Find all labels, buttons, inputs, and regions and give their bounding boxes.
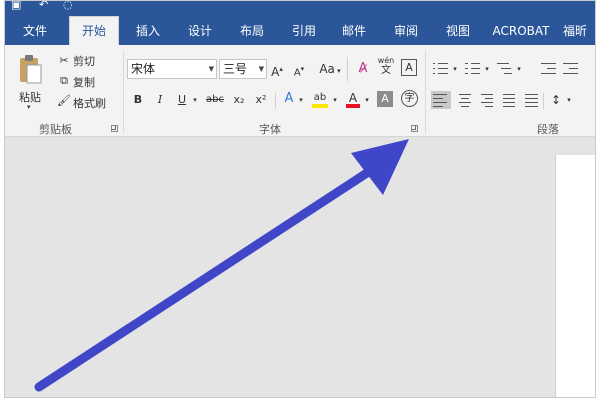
font-size-value: 三号 — [223, 62, 248, 76]
phonetic-bottom: 文 — [381, 65, 391, 76]
tab-design[interactable]: 设计 — [177, 18, 223, 45]
change-case-label: Aa — [319, 62, 335, 76]
font-name-value: 宋体 — [131, 62, 156, 76]
cut-button[interactable]: 剪切 — [73, 53, 95, 69]
chevron-down-icon[interactable]: ▾ — [565, 91, 573, 109]
tab-layout[interactable]: 布局 — [229, 18, 275, 45]
font-color-bar — [346, 104, 360, 108]
chevron-down-icon: ▼ — [208, 65, 214, 73]
divider — [347, 57, 348, 81]
distributed-icon[interactable] — [523, 93, 539, 107]
format-painter-button[interactable]: 格式刷 — [73, 95, 106, 111]
document-page[interactable] — [555, 155, 595, 397]
tab-view[interactable]: 视图 — [435, 18, 481, 45]
numbering-icon[interactable] — [465, 61, 481, 75]
chevron-down-icon[interactable]: ▾ — [363, 91, 371, 109]
highlight-label: ab — [313, 92, 327, 103]
chevron-down-icon[interactable]: ▾ — [483, 60, 491, 78]
chevron-down-icon: ▼ — [258, 65, 264, 73]
font-name-select[interactable]: 宋体 ▼ — [127, 59, 217, 79]
enclose-characters-button[interactable]: 字 — [401, 90, 418, 107]
font-color-label: A — [348, 91, 358, 105]
ribbon: 粘贴 ▾ ✂ 剪切 ⧉ 复制 🖌 格式刷 剪贴板 宋体 ▼ 三号 ▼ A▴ A▾… — [5, 45, 595, 137]
clipboard-launcher-icon[interactable] — [111, 125, 118, 132]
phonetic-guide-button[interactable]: wén 文 — [376, 56, 396, 76]
italic-button[interactable]: I — [153, 91, 167, 109]
superscript-button[interactable]: x² — [253, 91, 269, 109]
align-left-icon[interactable] — [431, 91, 451, 109]
tab-file[interactable]: 文件 — [11, 18, 59, 45]
subscript-button[interactable]: x₂ — [231, 91, 247, 109]
character-shading-button[interactable]: A — [377, 91, 393, 107]
divider — [425, 51, 426, 133]
align-center-icon[interactable] — [457, 93, 473, 107]
bold-button[interactable]: B — [131, 91, 145, 109]
strikethrough-button[interactable]: abc — [203, 91, 227, 109]
format-painter-icon: 🖌 — [57, 94, 71, 107]
shrink-font-button[interactable]: A▾ — [291, 60, 307, 78]
bullets-icon[interactable] — [433, 61, 449, 75]
paragraph-group-label: 段落 — [537, 123, 559, 136]
multilevel-list-icon[interactable] — [497, 61, 513, 75]
grow-font-button[interactable]: A▴ — [269, 60, 285, 79]
font-size-select[interactable]: 三号 ▼ — [219, 59, 267, 79]
chevron-down-icon[interactable]: ▾ — [451, 60, 459, 78]
justify-icon[interactable] — [501, 93, 517, 107]
paste-dropdown-icon[interactable]: ▾ — [27, 103, 31, 111]
save-icon[interactable]: ▣ — [11, 1, 21, 11]
tab-mailings[interactable]: 邮件 — [331, 18, 377, 45]
divider — [543, 93, 544, 109]
decrease-indent-icon[interactable] — [541, 61, 557, 75]
tab-foxit[interactable]: 福昕 — [563, 18, 595, 45]
highlight-button[interactable]: ab — [311, 89, 329, 108]
tab-insert[interactable]: 插入 — [125, 18, 171, 45]
tab-references[interactable]: 引用 — [281, 18, 327, 45]
chevron-down-icon[interactable]: ▾ — [515, 60, 523, 78]
align-right-icon[interactable] — [479, 93, 495, 107]
line-spacing-icon[interactable]: ↕ — [549, 91, 563, 109]
shrink-font-label: A — [293, 67, 301, 79]
copy-icon: ⧉ — [60, 74, 68, 87]
word-window: ▣ ↶ ◌ 文件 开始 插入 设计 布局 引用 邮件 审阅 视图 ACROBAT… — [4, 0, 596, 398]
clear-formatting-icon[interactable]: A̷ — [353, 60, 373, 78]
highlight-color-bar — [312, 104, 328, 108]
tab-home[interactable]: 开始 — [69, 16, 119, 45]
tab-acrobat[interactable]: ACROBAT — [489, 18, 553, 45]
clipboard-group-label: 剪贴板 — [39, 123, 72, 136]
underline-button[interactable]: U — [175, 91, 189, 109]
scissors-icon: ✂ — [59, 54, 69, 67]
title-bar: ▣ ↶ ◌ — [5, 1, 595, 13]
copy-button[interactable]: 复制 — [73, 74, 95, 90]
divider — [123, 51, 124, 133]
document-workspace — [5, 137, 595, 397]
paste-icon[interactable] — [17, 53, 43, 85]
undo-icon[interactable]: ↶ — [39, 1, 48, 11]
chevron-down-icon[interactable]: ▾ — [191, 91, 199, 109]
increase-indent-icon[interactable] — [563, 61, 579, 75]
tab-review[interactable]: 审阅 — [383, 18, 429, 45]
divider — [275, 93, 276, 109]
change-case-button[interactable]: Aa ▾ — [315, 60, 345, 78]
font-color-button[interactable]: A — [345, 89, 361, 108]
font-group-label: 字体 — [259, 123, 281, 136]
chevron-down-icon[interactable]: ▾ — [297, 91, 305, 109]
character-border-button[interactable]: A — [401, 59, 417, 76]
ribbon-tab-bar: 文件 开始 插入 设计 布局 引用 邮件 审阅 视图 ACROBAT 福昕 — [5, 13, 595, 45]
redo-icon[interactable]: ◌ — [63, 1, 73, 11]
chevron-down-icon[interactable]: ▾ — [331, 91, 339, 109]
font-launcher-icon[interactable] — [411, 125, 418, 132]
text-effects-button[interactable]: A — [281, 90, 297, 108]
